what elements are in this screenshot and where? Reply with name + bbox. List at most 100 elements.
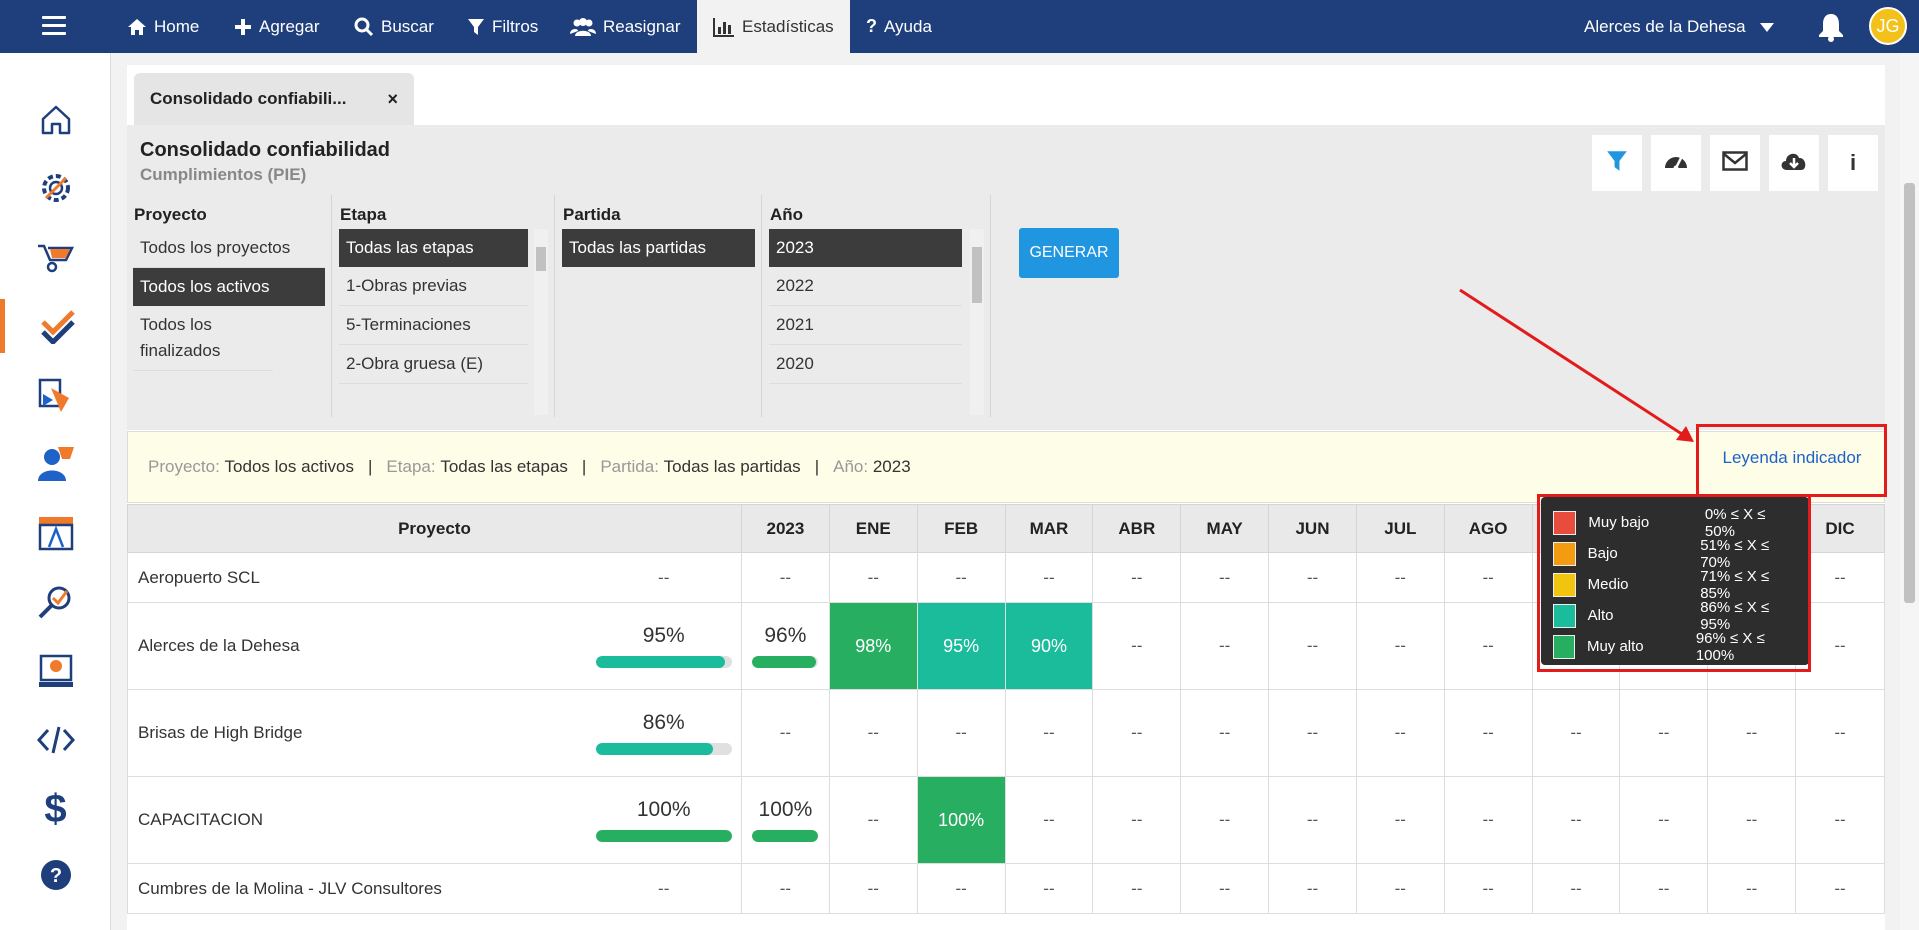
list-item[interactable]: Todos los activos [133, 268, 325, 306]
sidebar-dollar-icon[interactable]: $ [0, 782, 111, 836]
download-button[interactable] [1769, 135, 1819, 191]
list-item[interactable]: 2023 [769, 229, 962, 267]
dashboard-button[interactable] [1651, 135, 1701, 191]
month-cell: -- [1004, 863, 1094, 914]
column-header: Proyecto [127, 504, 742, 553]
month-cell: -- [916, 689, 1006, 777]
month-cell: -- [1795, 776, 1885, 864]
column-header: JUL [1355, 504, 1445, 553]
nav-home[interactable]: Home [127, 0, 199, 53]
nav-estadisticas[interactable]: Estadísticas [697, 0, 850, 53]
progress-bar [595, 656, 732, 668]
year-cell: -- [740, 863, 830, 914]
sidebar-checklist-icon[interactable] [0, 299, 111, 353]
month-cell: -- [1268, 602, 1357, 690]
info-button[interactable]: i [1828, 135, 1878, 191]
nav-buscar[interactable]: Buscar [354, 0, 434, 53]
sidebar-wheelbarrow-icon[interactable] [0, 230, 111, 284]
page-scrollbar[interactable] [1900, 53, 1919, 930]
list-item[interactable]: Todos los proyectos [133, 229, 325, 268]
filter-etapa: Etapa Todas las etapas 1-Obras previas 5… [333, 195, 555, 417]
list-item[interactable]: 2022 [769, 267, 962, 306]
sidebar-document-icon[interactable] [0, 368, 111, 422]
table-row[interactable]: Cumbres de la Molina - JLV Consultores --… [127, 863, 1885, 914]
progress-bar [595, 830, 732, 842]
close-icon[interactable]: × [387, 89, 398, 110]
home-icon [127, 18, 147, 36]
list-item[interactable]: Todos los finalizados [133, 306, 273, 371]
month-cell: -- [1355, 863, 1445, 914]
month-cell: 90% [1004, 602, 1094, 690]
speedometer-icon [1663, 150, 1689, 177]
filter-button[interactable] [1592, 135, 1642, 191]
month-cell: -- [1619, 863, 1709, 914]
project-name[interactable]: Aeropuerto SCL [127, 552, 587, 603]
month-cell: -- [1092, 552, 1182, 603]
month-cell: 95% [916, 602, 1006, 690]
column-header: ABR [1092, 504, 1182, 553]
project-selector[interactable]: Alerces de la Dehesa [1584, 0, 1774, 53]
list-item[interactable]: Todas las etapas [339, 229, 528, 267]
sidebar-home-icon[interactable] [0, 93, 111, 147]
month-cell: -- [1355, 602, 1445, 690]
nav-ayuda[interactable]: ? Ayuda [866, 0, 932, 53]
month-cell: -- [1180, 552, 1270, 603]
project-name[interactable]: Cumbres de la Molina - JLV Consultores [127, 863, 587, 914]
month-cell: -- [828, 863, 918, 914]
total-cell: 86% [586, 689, 742, 777]
table-row[interactable]: Brisas de High Bridge 86% -- -- -- -- -- -- -- -… [127, 689, 1885, 777]
month-cell: -- [1355, 776, 1445, 864]
month-cell: -- [1531, 689, 1621, 777]
sidebar-user-icon[interactable] [0, 437, 111, 491]
list-item[interactable]: 2021 [769, 306, 962, 345]
scrollbar[interactable] [534, 229, 548, 415]
sidebar-blueprint-icon[interactable] [0, 506, 111, 560]
list-item[interactable]: 5-Terminaciones [339, 306, 528, 345]
table-row[interactable]: CAPACITACION 100% 100% -- 100% -- -- -- -- -- --… [127, 776, 1885, 864]
highlight-box [1537, 494, 1811, 672]
sidebar-code-icon[interactable] [0, 713, 111, 767]
progress-bar [752, 656, 819, 668]
year-percent: 96% [764, 624, 807, 647]
sidebar-inspection-icon[interactable] [0, 575, 111, 629]
tab-consolidado[interactable]: Consolidado confiabili... × [134, 73, 414, 125]
sidebar-settings-icon[interactable] [0, 161, 111, 215]
month-cell: -- [828, 776, 918, 864]
generate-button[interactable]: GENERAR [1019, 228, 1119, 278]
project-name[interactable]: CAPACITACION [127, 776, 587, 864]
list-item[interactable]: 2020 [769, 345, 962, 384]
menu-icon[interactable] [42, 16, 66, 36]
month-cell: -- [1180, 776, 1270, 864]
nav-agregar[interactable]: Agregar [234, 0, 319, 53]
filter-icon [467, 18, 485, 36]
nav-reasignar[interactable]: Reasignar [570, 0, 681, 53]
month-cell: -- [1619, 689, 1709, 777]
total-cell: 95% [586, 602, 742, 690]
email-button[interactable] [1710, 135, 1760, 191]
svg-text:?: ? [49, 865, 61, 887]
bell-icon[interactable] [1817, 12, 1845, 47]
mail-icon [1722, 150, 1748, 176]
month-cell: -- [1268, 776, 1357, 864]
sidebar-finance-icon[interactable] [0, 644, 111, 698]
total-percent: 100% [636, 798, 691, 821]
project-name[interactable]: Alerces de la Dehesa [127, 602, 587, 690]
month-cell: -- [1180, 863, 1270, 914]
list-item[interactable]: 2-Obra gruesa (E) [339, 345, 528, 384]
avatar[interactable]: JG [1869, 7, 1907, 45]
year-cell: -- [740, 552, 830, 603]
list-item[interactable]: 1-Obras previas [339, 267, 528, 306]
month-cell: -- [1004, 552, 1094, 603]
total-percent: 86% [642, 711, 685, 734]
month-cell: -- [1268, 863, 1357, 914]
project-name[interactable]: Brisas de High Bridge [127, 689, 587, 777]
scrollbar[interactable] [970, 229, 984, 415]
sidebar: $ ? [0, 53, 111, 930]
plus-icon [234, 18, 252, 36]
sidebar-help-icon[interactable]: ? [0, 848, 111, 902]
progress-bar [752, 830, 819, 842]
month-cell: -- [828, 552, 918, 603]
list-item[interactable]: Todas las partidas [562, 229, 755, 267]
nav-filtros[interactable]: Filtros [467, 0, 538, 53]
month-cell: -- [1531, 776, 1621, 864]
